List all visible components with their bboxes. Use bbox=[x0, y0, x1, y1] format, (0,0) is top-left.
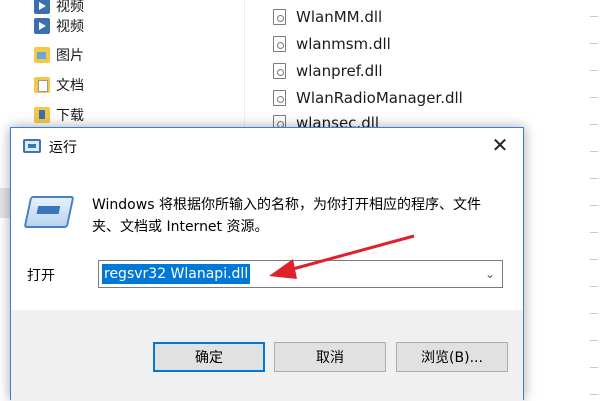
nav-item-label: 视频 bbox=[56, 19, 84, 35]
file-name: WlanRadioManager.dll bbox=[296, 89, 463, 107]
dll-file-icon bbox=[273, 9, 286, 25]
video-icon bbox=[34, 0, 50, 14]
dll-file-icon bbox=[273, 36, 286, 52]
row-mark bbox=[590, 259, 598, 260]
dll-file-icon bbox=[273, 90, 286, 106]
dll-file-icon bbox=[273, 63, 286, 79]
nav-selection-highlight bbox=[0, 188, 10, 218]
file-item[interactable]: wlanmsm.dll bbox=[273, 31, 391, 57]
documents-folder-icon bbox=[34, 77, 50, 93]
run-large-icon bbox=[23, 196, 75, 228]
row-mark bbox=[590, 124, 598, 125]
dialog-title: 运行 bbox=[49, 140, 77, 156]
row-mark bbox=[590, 367, 598, 368]
row-mark bbox=[590, 43, 598, 44]
file-name: WlanMM.dll bbox=[296, 8, 383, 26]
close-button[interactable]: ✕ bbox=[477, 128, 523, 162]
dialog-titlebar[interactable]: 运行 ✕ bbox=[11, 128, 523, 164]
chevron-down-icon[interactable]: ⌄ bbox=[482, 265, 498, 283]
row-mark bbox=[590, 205, 598, 206]
row-mark bbox=[590, 340, 598, 341]
nav-item-documents[interactable]: 文档 bbox=[34, 73, 84, 97]
cancel-button[interactable]: 取消 bbox=[274, 342, 386, 372]
file-name: wlanpref.dll bbox=[296, 62, 383, 80]
row-mark bbox=[590, 313, 598, 314]
dialog-button-bar: 确定 取消 浏览(B)... bbox=[11, 310, 523, 401]
close-icon: ✕ bbox=[491, 133, 509, 157]
nav-item-label: 图片 bbox=[56, 48, 84, 64]
dialog-description: Windows 将根据你所输入的名称，为你打开相应的程序、文件夹、文档或 Int… bbox=[92, 197, 481, 235]
open-label: 打开 bbox=[27, 268, 55, 284]
row-mark bbox=[590, 70, 598, 71]
file-item[interactable]: WlanMM.dll bbox=[273, 4, 382, 30]
command-input-value[interactable]: regsvr32 Wlanapi.dll bbox=[102, 264, 251, 284]
row-mark bbox=[590, 97, 598, 98]
command-combobox[interactable]: regsvr32 Wlanapi.dll ⌄ bbox=[98, 260, 503, 288]
downloads-folder-icon bbox=[34, 107, 50, 123]
video-icon bbox=[34, 18, 50, 34]
nav-item-label: 下载 bbox=[56, 108, 84, 124]
row-mark bbox=[590, 286, 598, 287]
run-app-icon bbox=[23, 139, 41, 153]
row-mark bbox=[590, 232, 598, 233]
row-mark bbox=[590, 151, 598, 152]
pictures-folder-icon bbox=[34, 47, 50, 63]
nav-item-label: 文档 bbox=[56, 78, 84, 94]
file-item[interactable]: WlanRadioManager.dll bbox=[273, 85, 463, 111]
ok-button[interactable]: 确定 bbox=[153, 342, 265, 372]
file-item[interactable]: wlanpref.dll bbox=[273, 58, 383, 84]
file-name: wlanmsm.dll bbox=[296, 35, 391, 53]
row-mark bbox=[590, 16, 598, 17]
nav-item-pictures[interactable]: 图片 bbox=[34, 43, 84, 67]
nav-item-videos-label[interactable]: 视频 bbox=[34, 14, 84, 38]
browse-button[interactable]: 浏览(B)... bbox=[396, 342, 508, 372]
run-dialog: 运行 ✕ Windows 将根据你所输入的名称，为你打开相应的程序、文件夹、文档… bbox=[10, 127, 524, 401]
column-edge-marks bbox=[588, 0, 600, 400]
row-mark bbox=[590, 394, 598, 395]
nav-item-downloads[interactable]: 下载 bbox=[34, 103, 84, 127]
row-mark bbox=[590, 178, 598, 179]
